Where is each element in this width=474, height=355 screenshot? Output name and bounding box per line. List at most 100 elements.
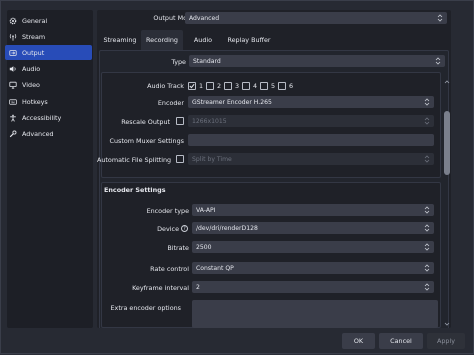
rescale-output-checkbox[interactable] bbox=[176, 117, 184, 125]
rescale-output-select[interactable]: 1266x1015 bbox=[188, 115, 434, 127]
sidebar-item-advanced[interactable]: Advanced bbox=[5, 126, 92, 141]
tab-streaming[interactable]: Streaming bbox=[100, 30, 140, 50]
help-icon[interactable]: ? bbox=[181, 225, 188, 232]
encoder-select[interactable]: GStreamer Encoder H.265 bbox=[188, 96, 434, 108]
sidebar-item-label: General bbox=[22, 16, 48, 25]
spinner-arrows-icon bbox=[424, 243, 430, 251]
tab-audio[interactable]: Audio bbox=[185, 30, 221, 50]
sidebar-item-label: Hotkeys bbox=[22, 97, 48, 106]
cancel-button[interactable]: Cancel bbox=[379, 333, 423, 349]
gear-icon bbox=[9, 17, 17, 24]
encoder-type-value: VA-API bbox=[196, 206, 216, 214]
audio-track-5-checkbox[interactable] bbox=[260, 82, 268, 90]
audio-track-2-checkbox[interactable] bbox=[206, 82, 214, 90]
monitor-icon bbox=[9, 81, 17, 89]
type-label: Type bbox=[171, 58, 186, 66]
chevron-updown-icon bbox=[424, 224, 430, 232]
tab-label: Replay Buffer bbox=[227, 36, 271, 44]
sidebar-item-label: Stream bbox=[22, 32, 46, 41]
type-select[interactable]: Standard bbox=[189, 55, 445, 67]
sidebar-item-general[interactable]: General bbox=[5, 13, 92, 28]
output-settings-panel: Output Mode Advanced Streaming Recording… bbox=[97, 10, 451, 328]
sidebar-item-output[interactable]: Output bbox=[5, 45, 92, 60]
chevron-updown-icon bbox=[437, 14, 443, 22]
wrench-icon bbox=[9, 130, 17, 137]
encoder-label: Encoder bbox=[157, 99, 184, 107]
bitrate-value: 2500 bbox=[196, 243, 212, 251]
audio-track-6-checkbox[interactable] bbox=[278, 82, 286, 90]
chevron-updown-icon bbox=[424, 206, 430, 214]
chevron-updown-icon bbox=[424, 117, 430, 125]
sidebar-item-label: Video bbox=[22, 80, 40, 89]
sidebar-item-accessibility[interactable]: Accessibility bbox=[5, 110, 92, 125]
encoder-type-select[interactable]: VA-API bbox=[192, 204, 434, 216]
bitrate-spinbox[interactable]: 2500 bbox=[192, 241, 434, 253]
sidebar-item-video[interactable]: Video bbox=[5, 77, 92, 92]
audio-track-2-label: 2 bbox=[217, 82, 222, 90]
accessibility-icon bbox=[10, 114, 16, 122]
checkmark-icon bbox=[189, 83, 195, 89]
broadcast-icon bbox=[9, 33, 17, 41]
custom-muxer-label: Custom Muxer Settings bbox=[109, 137, 184, 145]
custom-muxer-input[interactable] bbox=[188, 134, 434, 146]
rate-control-value: Constant QP bbox=[196, 264, 234, 272]
auto-split-label: Automatic File Splitting bbox=[97, 156, 172, 164]
tab-label: Streaming bbox=[103, 36, 137, 44]
sidebar-item-hotkeys[interactable]: Hotkeys bbox=[5, 94, 92, 109]
audio-track-3-checkbox[interactable] bbox=[224, 82, 232, 90]
tab-replay-buffer[interactable]: Replay Buffer bbox=[222, 30, 276, 50]
tab-label: Audio bbox=[193, 36, 213, 44]
cancel-button-label: Cancel bbox=[390, 337, 412, 345]
keyframe-interval-spinbox[interactable]: 2 bbox=[192, 281, 434, 293]
scroll-down-icon[interactable] bbox=[444, 321, 450, 327]
auto-split-checkbox[interactable] bbox=[176, 155, 184, 163]
extra-options-label: Extra encoder options bbox=[110, 304, 182, 312]
scroll-up-icon[interactable] bbox=[444, 79, 450, 85]
sidebar-item-label: Output bbox=[22, 48, 45, 57]
audio-track-5-label: 5 bbox=[271, 82, 276, 90]
encoder-type-label: Encoder type bbox=[146, 207, 189, 215]
ok-button[interactable]: OK bbox=[342, 333, 375, 349]
device-select[interactable]: /dev/dri/renderD128 bbox=[192, 222, 434, 234]
sidebar-item-audio[interactable]: Audio bbox=[5, 61, 92, 76]
ok-button-label: OK bbox=[353, 337, 364, 345]
chevron-updown-icon bbox=[435, 57, 441, 65]
auto-split-select[interactable]: Split by Time bbox=[188, 153, 434, 165]
tab-recording[interactable]: Recording bbox=[141, 30, 183, 50]
rescale-output-value: 1266x1015 bbox=[192, 117, 227, 125]
device-value: /dev/dri/renderD128 bbox=[196, 224, 258, 232]
rescale-output-label: Rescale Output bbox=[121, 118, 170, 126]
audio-track-4-checkbox[interactable] bbox=[242, 82, 250, 90]
audio-track-4-label: 4 bbox=[253, 82, 258, 90]
keyboard-icon bbox=[9, 98, 17, 105]
dialog-footer: OK Cancel Apply bbox=[1, 331, 474, 355]
chevron-updown-icon bbox=[424, 98, 430, 106]
encoder-settings-title: Encoder Settings bbox=[104, 186, 166, 194]
audio-track-1-label: 1 bbox=[199, 82, 204, 90]
spinner-arrows-icon bbox=[424, 283, 430, 291]
sidebar-item-stream[interactable]: Stream bbox=[5, 29, 92, 44]
sidebar-item-label: Accessibility bbox=[22, 113, 62, 122]
audio-track-1-checkbox[interactable] bbox=[188, 82, 196, 90]
type-value: Standard bbox=[193, 57, 221, 65]
rate-control-select[interactable]: Constant QP bbox=[192, 262, 434, 274]
apply-button[interactable]: Apply bbox=[427, 333, 465, 349]
speaker-icon bbox=[9, 65, 16, 72]
scrollbar-thumb[interactable] bbox=[444, 111, 450, 175]
rate-control-label: Rate control bbox=[150, 265, 189, 273]
extra-options-textarea[interactable] bbox=[192, 300, 438, 328]
bitrate-label: Bitrate bbox=[167, 244, 189, 252]
panel-scrollbar[interactable] bbox=[443, 79, 451, 329]
output-mode-label: Output Mode bbox=[153, 14, 195, 22]
settings-window: General Stream Output Audio Video Hotkey… bbox=[0, 0, 474, 354]
keyframe-interval-label: Keyframe interval bbox=[132, 284, 189, 292]
chevron-updown-icon bbox=[424, 155, 430, 163]
chevron-updown-icon bbox=[424, 264, 430, 272]
audio-track-3-label: 3 bbox=[235, 82, 240, 90]
output-tabs: Streaming Recording Audio Replay Buffer bbox=[97, 30, 451, 50]
audio-track-label: Audio Track bbox=[147, 82, 184, 90]
audio-track-6-label: 6 bbox=[289, 82, 294, 90]
output-mode-select[interactable]: Advanced bbox=[185, 12, 447, 24]
tab-label: Recording bbox=[146, 36, 178, 44]
keyframe-interval-value: 2 bbox=[196, 283, 200, 291]
